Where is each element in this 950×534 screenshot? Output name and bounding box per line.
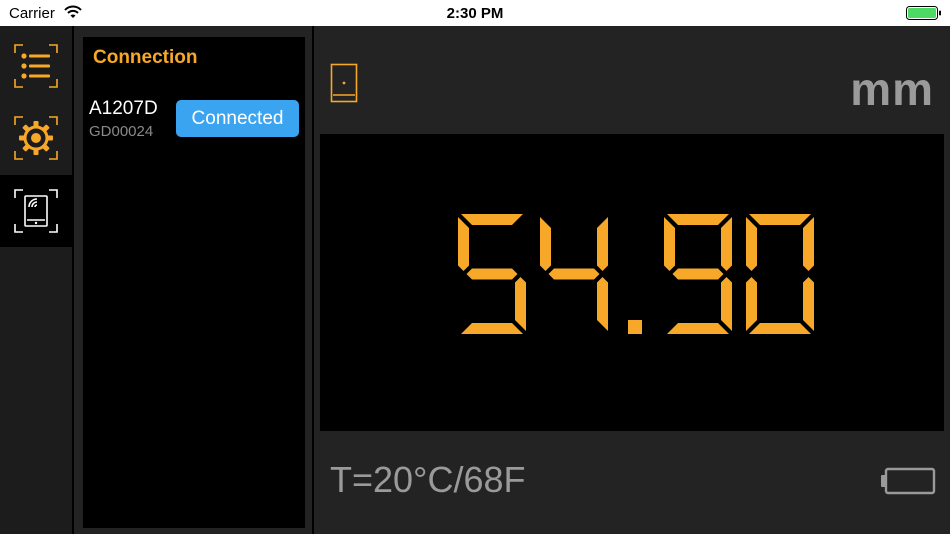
nav-item-settings[interactable] [0, 102, 72, 174]
segment-d [749, 323, 811, 334]
segment-c [515, 277, 526, 331]
reading-value [458, 214, 814, 334]
segment-c [803, 277, 814, 331]
decimal-point [628, 320, 642, 334]
probe-icon [330, 63, 358, 108]
status-time: 2:30 PM [446, 5, 504, 22]
connection-panel: Connection A1207D GD00024 Connected [83, 37, 305, 528]
battery-empty-icon [880, 466, 936, 501]
side-nav [0, 26, 72, 534]
reading-digit-3 [746, 214, 814, 334]
connection-title: Connection [93, 47, 198, 68]
segment-g [466, 268, 518, 280]
segment-a [461, 214, 523, 225]
segment-b [721, 217, 732, 271]
status-bar: Carrier 2:30 PM [0, 0, 950, 26]
list-icon [14, 44, 58, 88]
gear-icon [14, 116, 58, 160]
segment-b [803, 217, 814, 271]
unit-label: mm [850, 63, 934, 115]
nav-item-list[interactable] [0, 30, 72, 102]
segment-d [667, 323, 729, 334]
device-serial: GD00024 [89, 123, 154, 140]
segment-g [548, 268, 600, 280]
segment-e [746, 277, 757, 331]
battery-full-icon [906, 6, 942, 25]
segment-d [461, 323, 523, 334]
reading-digit-2 [664, 214, 732, 334]
device-wireless-icon [14, 189, 58, 233]
segment-f [540, 217, 551, 271]
reading-digit-1 [540, 217, 608, 331]
reading-display [320, 134, 944, 431]
segment-a [667, 214, 729, 225]
segment-c [597, 277, 608, 331]
device-name: A1207D [89, 98, 158, 119]
segment-b [597, 217, 608, 271]
segment-f [746, 217, 757, 271]
temperature-label: T=20°C/68F [330, 459, 526, 500]
segment-f [664, 217, 675, 271]
segment-f [458, 217, 469, 271]
connected-button[interactable]: Connected [176, 100, 299, 137]
segment-c [721, 277, 732, 331]
nav-item-connection[interactable] [0, 175, 72, 247]
reading-digit-0 [458, 214, 526, 334]
segment-a [749, 214, 811, 225]
segment-g [672, 268, 724, 280]
